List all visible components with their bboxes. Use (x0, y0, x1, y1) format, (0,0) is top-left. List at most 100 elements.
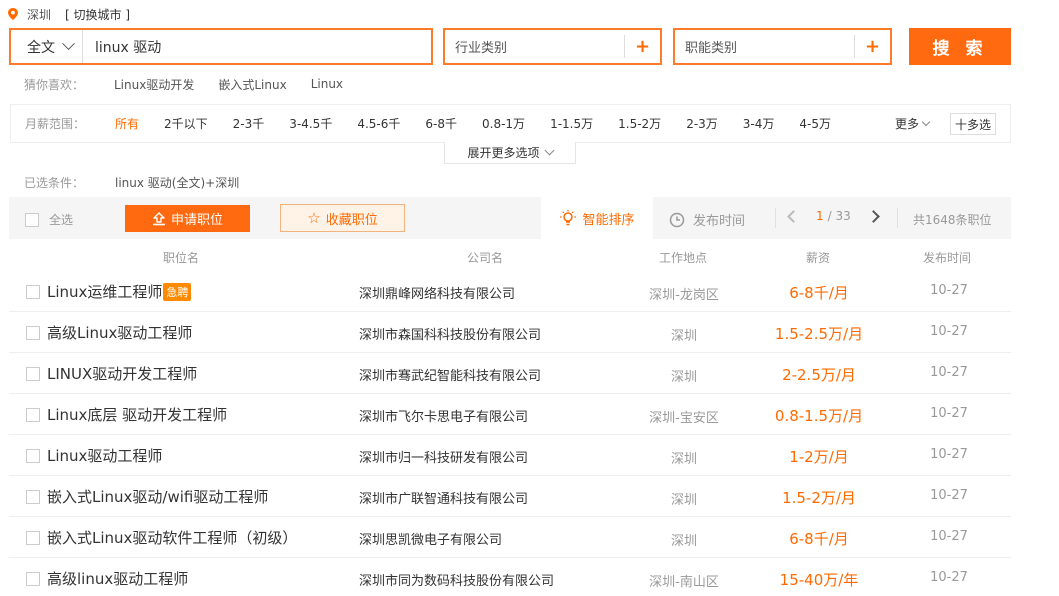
selected-conditions: 已选条件： linux 驱动(全文)+深圳 (24, 174, 239, 190)
current-page: 1 (816, 209, 824, 223)
smart-sort-tab[interactable]: 智能排序 (541, 197, 653, 239)
job-location: 深圳 (670, 329, 697, 344)
company-link[interactable]: 深圳市骞武纪智能科技有限公司 (359, 365, 541, 384)
selected-conditions-value: linux 驱动(全文)+深圳 (115, 175, 240, 190)
row-checkbox[interactable] (26, 531, 40, 545)
salary-option[interactable]: 2-3千 (233, 115, 265, 132)
table-row[interactable]: 高级Linux驱动工程师 深圳市森国科科技股份有限公司 深圳 1.5-2.5万/… (9, 312, 1011, 353)
company-link[interactable]: 深圳鼎峰网络科技有限公司 (359, 283, 515, 302)
job-title: Linux运维工程师 (47, 283, 163, 301)
total-count: 共1648条职位 (913, 213, 992, 227)
toolbar-separator (897, 208, 898, 228)
urgent-badge: 急聘 (163, 282, 192, 301)
job-location: 深圳 (670, 452, 697, 467)
company-link[interactable]: 深圳市广联智通科技有限公司 (359, 488, 528, 507)
toolbar-separator (775, 208, 776, 228)
switch-city-link[interactable]: [ 切换城市 ] (65, 6, 130, 23)
company-link[interactable]: 深圳市归一科技研发有限公司 (359, 447, 528, 466)
salary-option[interactable]: 0.8-1万 (482, 115, 525, 132)
table-row[interactable]: 嵌入式Linux驱动/wifi驱动工程师 深圳市广联智通科技有限公司 深圳 1.… (9, 476, 1011, 517)
table-row[interactable]: 高级linux驱动工程师 深圳市同为数码科技股份有限公司 深圳-南山区 15-4… (9, 558, 1011, 596)
search-scope-dropdown[interactable]: 全文 (11, 30, 83, 63)
city-selector: 深圳 [ 切换城市 ] (8, 5, 130, 23)
job-date: 10-27 (930, 488, 968, 503)
row-checkbox[interactable] (26, 326, 40, 340)
add-industry-plus-icon[interactable]: + (624, 35, 660, 58)
salary-option[interactable]: 4-5万 (799, 115, 831, 132)
search-bar: 全文 行业类别 + 职能类别 + 搜 索 (9, 28, 1011, 66)
job-title-link[interactable]: Linux运维工程师 急聘 (47, 281, 192, 302)
job-title-link[interactable]: 嵌入式Linux驱动/wifi驱动工程师 (47, 486, 268, 507)
company-link[interactable]: 深圳市森国科科技股份有限公司 (359, 324, 541, 343)
row-checkbox[interactable] (26, 408, 40, 422)
row-checkbox[interactable] (26, 285, 40, 299)
job-title-link[interactable]: LINUX驱动开发工程师 (47, 363, 197, 384)
table-row[interactable]: Linux驱动工程师 深圳市归一科技研发有限公司 深圳 1-2万/月 10-27 (9, 435, 1011, 476)
company-link[interactable]: 深圳市同为数码科技股份有限公司 (359, 570, 554, 589)
more-salary-button[interactable]: 更多 (895, 115, 931, 132)
expand-options-button[interactable]: 展开更多选项 (444, 142, 576, 164)
row-checkbox[interactable] (26, 367, 40, 381)
add-function-plus-icon[interactable]: + (854, 35, 890, 58)
industry-category-box[interactable]: 行业类别 + (443, 28, 662, 65)
select-all-checkbox[interactable] (25, 212, 39, 227)
total-pages: / 33 (827, 209, 851, 223)
company-link[interactable]: 深圳思凯微电子有限公司 (359, 529, 502, 548)
current-city: 深圳 (27, 7, 52, 22)
job-location: 深圳 (670, 493, 697, 508)
job-title-link[interactable]: Linux底层 驱动开发工程师 (47, 404, 227, 425)
salary-option[interactable]: 1-1.5万 (550, 115, 593, 132)
job-title-link[interactable]: Linux驱动工程师 (47, 445, 162, 466)
job-location: 深圳 (670, 534, 697, 549)
prev-page-icon[interactable] (787, 209, 800, 223)
salary-option[interactable]: 3-4.5千 (289, 115, 332, 132)
row-checkbox[interactable] (26, 572, 40, 586)
table-header: 职位名 公司名 工作地点 薪资 发布时间 (9, 242, 1011, 270)
expand-options-label: 展开更多选项 (467, 146, 540, 160)
salary-option[interactable]: 6-8千 (425, 115, 457, 132)
industry-category-label: 行业类别 (455, 41, 508, 56)
table-row[interactable]: Linux运维工程师 急聘 深圳鼎峰网络科技有限公司 深圳-龙岗区 6-8千/月 … (9, 271, 1011, 312)
multi-select-button[interactable]: 十多选 (950, 113, 996, 135)
apply-job-button[interactable]: 申请职位 (125, 205, 250, 232)
job-location: 深圳-龙岗区 (649, 288, 719, 303)
suggestion-tag[interactable]: Linux驱动开发 (114, 76, 194, 93)
job-date: 10-27 (930, 529, 968, 544)
row-checkbox[interactable] (26, 449, 40, 463)
salary-option[interactable]: 3-4万 (743, 115, 775, 132)
job-title-link[interactable]: 高级linux驱动工程师 (47, 568, 188, 589)
selected-conditions-label: 已选条件： (24, 175, 85, 190)
favorite-job-label: 收藏职位 (325, 212, 378, 228)
keyword-box: 全文 (9, 28, 433, 65)
favorite-job-button[interactable]: ☆ 收藏职位 (280, 204, 405, 232)
suggestions-label: 猜你喜欢： (24, 77, 85, 92)
sort-by-time-tab[interactable]: 发布时间 (669, 210, 745, 229)
clock-icon (669, 212, 685, 227)
job-salary: 15-40万/年 (779, 571, 859, 589)
company-link[interactable]: 深圳市飞尔卡思电子有限公司 (359, 406, 528, 425)
job-title-link[interactable]: 嵌入式Linux驱动软件工程师（初级） (47, 527, 297, 548)
salary-option[interactable]: 2-3万 (686, 115, 718, 132)
job-title-link[interactable]: 高级Linux驱动工程师 (47, 322, 192, 343)
job-location: 深圳-南山区 (649, 575, 719, 590)
next-page-icon[interactable] (866, 209, 880, 223)
job-salary: 6-8千/月 (789, 284, 849, 302)
upload-icon (152, 211, 165, 225)
salary-option[interactable]: 1.5-2万 (618, 115, 661, 132)
column-header-company: 公司名 (467, 251, 504, 265)
table-row[interactable]: 嵌入式Linux驱动软件工程师（初级） 深圳思凯微电子有限公司 深圳 6-8千/… (9, 517, 1011, 558)
salary-option[interactable]: 2千以下 (164, 115, 208, 132)
select-all[interactable]: 全选 (25, 211, 73, 228)
salary-option[interactable]: 所有 (115, 115, 139, 132)
suggestion-tag[interactable]: 嵌入式Linux (218, 76, 286, 93)
job-date: 10-27 (930, 365, 968, 380)
search-button[interactable]: 搜 索 (909, 28, 1011, 65)
keyword-input[interactable] (83, 30, 431, 63)
table-row[interactable]: Linux底层 驱动开发工程师 深圳市飞尔卡思电子有限公司 深圳-宝安区 0.8… (9, 394, 1011, 435)
table-row[interactable]: LINUX驱动开发工程师 深圳市骞武纪智能科技有限公司 深圳 2-2.5万/月 … (9, 353, 1011, 394)
row-checkbox[interactable] (26, 490, 40, 504)
more-label: 更多 (895, 117, 920, 131)
salary-option[interactable]: 4.5-6千 (357, 115, 400, 132)
suggestion-tag[interactable]: Linux (311, 77, 343, 91)
function-category-box[interactable]: 职能类别 + (673, 28, 892, 65)
